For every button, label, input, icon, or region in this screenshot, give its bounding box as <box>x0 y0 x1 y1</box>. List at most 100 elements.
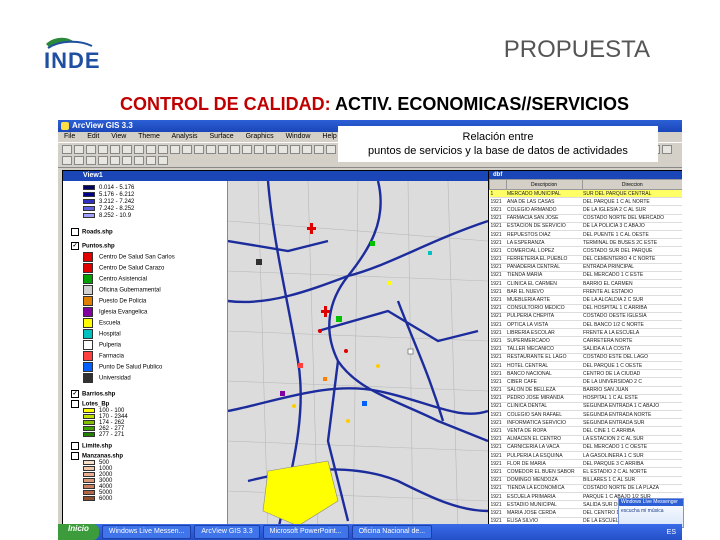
tool-button[interactable] <box>314 145 324 154</box>
tool-button[interactable] <box>290 145 300 154</box>
menu-file[interactable]: File <box>64 133 75 140</box>
tool-button[interactable] <box>110 156 120 165</box>
table-row[interactable]: 1921 PANADERIA CENTRAL ENTRADA PRINCIPAL <box>489 263 682 272</box>
table-row[interactable]: 1921 VENTA DE ROPA DEL CINE 1 C ARRIBA <box>489 426 682 436</box>
theme-checkbox[interactable] <box>71 452 79 460</box>
tool-button[interactable] <box>230 145 240 154</box>
table-row[interactable]: 1921 TIENDA MARIA DEL MERCADO 1 C ESTE <box>489 271 682 281</box>
task-oficina[interactable]: Oficina Nacional de... <box>351 525 433 539</box>
table-row[interactable]: 1921 CLINICA EL CARMEN BARRIO EL CARMEN <box>489 279 682 289</box>
table-row[interactable]: 1921 PULPERIA LA ESQUINA LA GASOLINERA 1 C… <box>489 451 682 461</box>
table-row[interactable]: 1921 SALON DE BELLEZA BARRIO SAN JUAN <box>489 386 682 395</box>
tool-button[interactable] <box>278 145 288 154</box>
tool-button[interactable] <box>158 156 168 165</box>
theme-barrios[interactable]: ✓ Barrios.shp <box>71 390 115 398</box>
attribute-table-window[interactable]: dbf Descripcion Direccion 1 MERCADO MUNIC… <box>488 170 682 540</box>
tool-button[interactable] <box>74 145 84 154</box>
theme-puntos[interactable]: ✓ Puntos.shp <box>71 242 115 250</box>
theme-checkbox[interactable] <box>71 228 79 236</box>
table-row[interactable]: 1921 MUEBLERIA ARTE DE LA ALCALDIA 2 C SUR <box>489 295 682 305</box>
tool-button[interactable] <box>662 145 672 154</box>
tool-button[interactable] <box>158 145 168 154</box>
table-row[interactable]: 1921 RESTAURANTE EL LAGO COSTADO ESTE DEL … <box>489 353 682 362</box>
table-row[interactable]: 1921 REPUESTOS DIAZ DEL PUENTE 1 C AL OEST… <box>489 230 682 240</box>
tool-button[interactable] <box>62 145 72 154</box>
tool-button[interactable] <box>326 145 336 154</box>
tool-button[interactable] <box>134 145 144 154</box>
table-row[interactable]: 1921 FLOR DE MARIA DEL PARQUE 3 C ARRIBA <box>489 459 682 469</box>
menu-help[interactable]: Help <box>322 133 336 140</box>
tool-button[interactable] <box>74 156 84 165</box>
table-row[interactable]: 1921 COLEGIO SAN RAFAEL SEGUNDA ENTRADA NO… <box>489 410 682 420</box>
task-arcview[interactable]: ArcView GIS 3.3 <box>194 525 260 539</box>
theme-lotes[interactable]: Lotes_Bp <box>71 400 109 408</box>
tool-button[interactable] <box>98 145 108 154</box>
task-powerpoint[interactable]: Microsoft PowerPoint... <box>262 525 349 539</box>
table-row[interactable]: 1921 INFORMATICA SERVICIO SEGUNDA ENTRADA … <box>489 418 682 428</box>
menu-surface[interactable]: Surface <box>210 133 234 140</box>
table-row[interactable]: 1921 BANCO NACIONAL CENTRO DE LA CIUDAD <box>489 369 682 379</box>
menu-edit[interactable]: Edit <box>87 133 99 140</box>
table-row[interactable]: 1921 ANA DE LAS CASAS DEL PARQUE 1 C AL NO… <box>489 197 682 207</box>
theme-checkbox[interactable] <box>71 442 79 450</box>
theme-checkbox[interactable]: ✓ <box>71 242 79 250</box>
menu-theme[interactable]: Theme <box>138 133 160 140</box>
menu-view[interactable]: View <box>111 133 126 140</box>
attribute-table[interactable]: Descripcion Direccion 1 MERCADO MUNICIPAL… <box>489 179 682 540</box>
map-canvas[interactable] <box>228 181 488 531</box>
table-row[interactable]: 1 MERCADO MUNICIPAL SUR DEL PARQUE CENTRAL <box>489 189 682 199</box>
view-window[interactable]: View1 0.014 - 5.176 5.176 - 6.212 3.212 - … <box>62 170 490 534</box>
col-header-direccion[interactable]: Direccion <box>581 179 682 190</box>
tool-button[interactable] <box>122 145 132 154</box>
table-row[interactable]: 1921 COMEDOR EL BUEN SABOR EL ESTADIO 2 C … <box>489 467 682 477</box>
task-messenger[interactable]: Windows Live Messen... <box>101 525 192 539</box>
table-row[interactable]: 1921 LIBRERIA ESCOLAR FRENTE A LA ESCUELA <box>489 328 682 338</box>
table-row[interactable]: 1921 FARMACIA SAN JOSE COSTADO NORTE DEL M… <box>489 214 682 223</box>
theme-calles[interactable]: Roads.shp <box>71 228 113 236</box>
view-titlebar[interactable]: View1 <box>63 171 489 181</box>
theme-limite[interactable]: Limite.shp <box>71 442 112 450</box>
table-row[interactable]: 1921 CLINICA DENTAL SEGUNDA ENTRADA 1 C AB… <box>489 402 682 412</box>
theme-checkbox[interactable]: ✓ <box>71 390 79 398</box>
tray-language[interactable]: ES <box>667 529 682 536</box>
tool-button[interactable] <box>242 145 252 154</box>
table-row[interactable]: 1921 SUPERMERCADO CARRETERA NORTE <box>489 336 682 346</box>
menu-graphics[interactable]: Graphics <box>246 133 274 140</box>
col-header-id[interactable] <box>489 179 507 190</box>
tool-button[interactable] <box>182 145 192 154</box>
start-button[interactable]: Inicio <box>58 524 99 540</box>
table-row[interactable]: 1921 ALMACEN EL CENTRO LA ESTACION 2 C AL … <box>489 435 682 444</box>
table-row[interactable]: 1921 CONSULTORIO MEDICO DEL HOSPITAL 1 C A… <box>489 304 682 313</box>
table-row[interactable]: 1921 COMERCIAL LOPEZ COSTADO SUR DEL PARQU… <box>489 246 682 256</box>
table-row[interactable]: 1921 CARNICERIA LA VACA DEL MERCADO 1 C OE… <box>489 443 682 453</box>
table-titlebar[interactable]: dbf <box>489 171 682 179</box>
tool-button[interactable] <box>134 156 144 165</box>
menu-window[interactable]: Window <box>286 133 311 140</box>
tool-button[interactable] <box>146 145 156 154</box>
tool-button[interactable] <box>266 145 276 154</box>
table-row[interactable]: 1921 ESTACION DE SERVICIO DE LA POLICIA 3 … <box>489 222 682 231</box>
table-row[interactable]: 1921 BAR EL NUEVO FRENTE AL ESTADIO <box>489 287 682 297</box>
table-row[interactable]: 1921 FERRETERIA EL PUEBLO DEL CEMENTERIO 4… <box>489 255 682 264</box>
theme-checkbox[interactable] <box>71 400 79 408</box>
tool-button[interactable] <box>194 145 204 154</box>
tool-button[interactable] <box>170 145 180 154</box>
table-of-contents[interactable]: 0.014 - 5.176 5.176 - 6.212 3.212 - 7.242 7… <box>63 181 228 533</box>
tool-button[interactable] <box>206 145 216 154</box>
table-row[interactable]: 1921 DOMINGO MENDOZA BILLARES 1 C AL SUR <box>489 476 682 485</box>
table-row[interactable]: 1921 HOTEL CENTRAL DEL PARQUE 1 C OESTE <box>489 361 682 371</box>
table-row[interactable]: 1921 TALLER MECANICO SALIDA A LA COSTA <box>489 345 682 354</box>
tool-button[interactable] <box>62 156 72 165</box>
table-row[interactable]: 1921 PEDRO JOSE MIRANDA HOSPITAL 1 C AL ES… <box>489 394 682 403</box>
tool-button[interactable] <box>98 156 108 165</box>
tool-button[interactable] <box>122 156 132 165</box>
tool-button[interactable] <box>146 156 156 165</box>
tool-button[interactable] <box>86 145 96 154</box>
tool-button[interactable] <box>302 145 312 154</box>
arcview-window[interactable]: ArcView GIS 3.3 File Edit View Theme Ana… <box>58 120 682 540</box>
tool-button[interactable] <box>110 145 120 154</box>
table-row[interactable]: 1921 TIENDA LA ECONOMICA COSTADO NORTE DE … <box>489 484 682 493</box>
tool-button[interactable] <box>254 145 264 154</box>
table-row[interactable]: 1921 OPTICA LA VISTA DEL BANCO 1/2 C NORTE <box>489 320 682 330</box>
tool-button[interactable] <box>218 145 228 154</box>
